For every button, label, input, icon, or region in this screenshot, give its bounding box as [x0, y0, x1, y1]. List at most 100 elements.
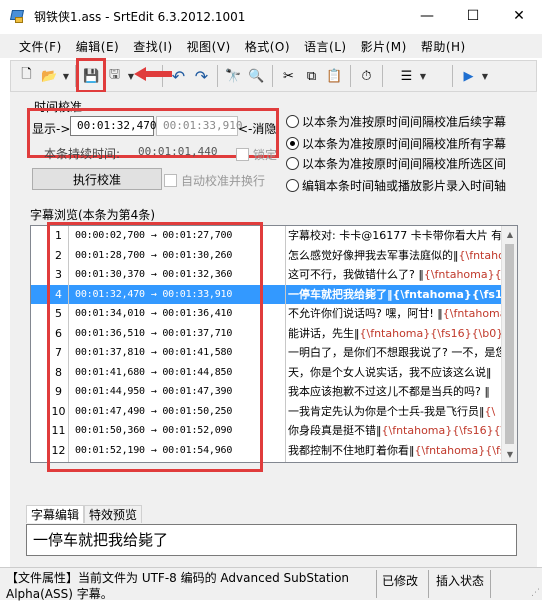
row-marker	[31, 245, 49, 265]
row-text: 这样正常吗? 好了，没事的，笑吧‖{\fnta	[286, 460, 503, 462]
execute-calibration-button[interactable]: 执行校准	[32, 168, 162, 190]
menu-edit[interactable]: 编辑(E)	[69, 38, 126, 55]
menu-find[interactable]: 查找(I)	[126, 38, 179, 55]
open-dropdown-icon[interactable]: ▼	[61, 65, 71, 87]
table-row[interactable]: 7 00:01:37,810 → 00:01:41,580 一明白了，是你们不想跟我…	[31, 343, 503, 363]
close-button[interactable]: ✕	[496, 0, 542, 32]
row-time: 00:01:30,370 → 00:01:32,360	[69, 265, 286, 285]
toolbar: 🗋 📂 ▼ 💾 🖫 ▼ ↶ ↷ 🔭 🔍 ✂ ⧉ 📋 ⏱ ☰ ▼ ▶ ▼	[10, 60, 537, 92]
find-icon[interactable]: 🔭	[222, 65, 245, 87]
new-file-icon[interactable]: 🗋	[15, 65, 38, 87]
open-folder-icon[interactable]: 📂	[38, 65, 61, 87]
target-time-field[interactable]: 00:01:33,910	[156, 116, 242, 136]
option-after[interactable]: 以本条为准按原时间间隔校准后续字幕	[286, 113, 506, 130]
menu-format[interactable]: 格式(O)	[238, 38, 297, 55]
menu-help[interactable]: 帮助(H)	[414, 38, 473, 55]
row-number: 2	[49, 245, 69, 265]
app-icon	[9, 8, 26, 24]
option-after-label: 以本条为准按原时间间隔校准后续字幕	[302, 115, 507, 129]
menu-view[interactable]: 视图(V)	[180, 38, 238, 55]
row-number: 4	[49, 284, 69, 304]
subtitle-list[interactable]: 1 3 00:01:55,060 → 00:01:57,830这样正常吗? 好了，没…	[30, 225, 518, 463]
status-separator	[428, 570, 429, 598]
row-time: 00:01:37,810 → 00:01:41,580	[69, 343, 286, 363]
table-row[interactable]: 6 00:01:36,510 → 00:01:37,710 能讲话，先生‖{\fnt…	[31, 323, 503, 343]
row-time: 00:01:32,470 → 00:01:33,910	[69, 284, 286, 304]
option-edit[interactable]: 编辑本条时间轴或播放影片录入时间轴	[286, 177, 506, 194]
menu-language[interactable]: 语言(L)	[297, 38, 354, 55]
tab-subtitle-edit[interactable]: 字幕编辑	[26, 505, 85, 523]
option-all[interactable]: 以本条为准按原时间间隔校准所有字幕	[286, 135, 506, 152]
table-row[interactable]: 5 00:01:34,010 → 00:01:36,410 不允许你们说话吗? 嘿，…	[31, 304, 503, 324]
row-text: 我都控制不住地盯着你看‖{\fntahoma}{\fs16	[288, 443, 503, 457]
cancel-button[interactable]: <-消隐	[238, 120, 276, 137]
row-number: 3	[49, 265, 69, 285]
table-row[interactable]: 1 00:00:02,700 → 00:01:27,700 字幕校对: 卡卡@161…	[31, 226, 503, 246]
save-as-icon[interactable]: 🖫	[103, 65, 126, 87]
row-number: 1	[49, 226, 69, 246]
subtitle-edit-field[interactable]: 一停车就把我给毙了	[26, 524, 517, 556]
tab-effect-preview[interactable]: 特效预览	[84, 505, 143, 523]
scroll-thumb[interactable]	[505, 244, 514, 444]
row-text: 你身段真是挺不错‖{\fntahoma}{\fs16}{\b0}	[288, 424, 503, 437]
row-marker	[31, 343, 49, 363]
row-time: 00:01:28,700 → 00:01:30,260	[69, 245, 286, 265]
paste-icon[interactable]: 📋	[323, 65, 346, 87]
table-row[interactable]: 11 00:01:50,360 → 00:01:52,090 你身段真是挺不错‖{\…	[31, 421, 503, 441]
row-number: 9	[49, 382, 69, 402]
table-row[interactable]: 9 00:01:44,950 → 00:01:47,390 我本应该抱歉不过这儿不都…	[31, 382, 503, 402]
scroll-down-icon[interactable]: ▼	[502, 446, 517, 462]
status-info: 【文件属性】当前文件为 UTF-8 编码的 Advanced SubStatio…	[6, 571, 350, 601]
row-text: 字幕校对: 卡卡@16177 卡卡带你看大片 有竹	[288, 229, 503, 242]
table-row[interactable]: 12 00:01:52,190 → 00:01:54,960 我都控制不住地盯着你看…	[31, 440, 503, 460]
auto-calibrate-box[interactable]	[164, 174, 177, 187]
clock-icon[interactable]: ⏱	[355, 65, 378, 87]
row-marker	[31, 401, 49, 421]
lock-box[interactable]	[236, 148, 249, 161]
list-view-icon[interactable]: ☰	[395, 65, 418, 87]
list-dropdown-icon[interactable]: ▼	[418, 65, 428, 87]
display-time-field[interactable]: 00:01:32,470	[70, 116, 156, 136]
title-bar: 钢铁侠1.ass - SrtEdit 6.3.2012.1001 — ☐ ✕	[0, 0, 542, 32]
find-replace-icon[interactable]: 🔍	[245, 65, 268, 87]
auto-calibrate-checkbox[interactable]: 自动校准并换行	[164, 172, 265, 189]
menu-bar: 文件(F) 编辑(E) 查找(I) 视图(V) 格式(O) 语言(L) 影片(M…	[0, 34, 542, 58]
radio-all[interactable]	[286, 137, 299, 150]
vertical-scrollbar[interactable]: ▲ ▼	[501, 226, 517, 462]
table-row[interactable]: 1300:01:55,060 → 00:01:57,830这样正常吗? 好了，没…	[31, 460, 503, 462]
play-icon[interactable]: ▶	[457, 65, 480, 87]
scroll-up-icon[interactable]: ▲	[502, 226, 517, 242]
editor-tabs: 字幕编辑 特效预览	[26, 505, 143, 523]
menu-movie[interactable]: 影片(M)	[354, 38, 414, 55]
table-row[interactable]: 2 00:01:28,700 → 00:01:30,260 怎么感觉好像押我去军事法…	[31, 245, 503, 265]
display-label: 显示->	[32, 122, 71, 136]
redo-icon[interactable]: ↷	[190, 65, 213, 87]
table-row[interactable]: 8 00:01:41,680 → 00:01:44,850 天，你是个女人说实话，我…	[31, 362, 503, 382]
save-icon[interactable]: 💾	[80, 65, 103, 87]
row-number: 12	[49, 440, 69, 460]
copy-icon[interactable]: ⧉	[300, 65, 323, 87]
table-row[interactable]: 10 00:01:47,490 → 00:01:50,250 一我肯定先认为你是个士…	[31, 401, 503, 421]
toolbar-separator	[350, 65, 351, 87]
row-time: 00:00:02,700 → 00:01:27,700	[69, 226, 286, 246]
row-time: 00:01:55,060 → 00:01:57,830	[69, 460, 286, 462]
table-row[interactable]: 4 00:01:32,470 → 00:01:33,910 一停车就把我给毙了‖{\…	[31, 284, 503, 304]
radio-edit[interactable]	[286, 179, 299, 192]
status-mode: 插入状态	[436, 574, 485, 588]
maximize-button[interactable]: ☐	[450, 0, 496, 32]
radio-range[interactable]	[286, 157, 299, 170]
resize-grip-icon[interactable]: ⋰	[531, 588, 540, 598]
menu-file[interactable]: 文件(F)	[12, 38, 69, 55]
row-marker	[31, 284, 49, 304]
radio-after[interactable]	[286, 115, 299, 128]
play-dropdown-icon[interactable]: ▼	[480, 65, 490, 87]
row-marker	[31, 382, 49, 402]
toolbar-separator	[272, 65, 273, 87]
lock-checkbox[interactable]: 锁定	[236, 146, 277, 163]
minimize-button[interactable]: —	[404, 0, 450, 32]
time-calibration-label: 时间校准	[34, 98, 83, 115]
option-range[interactable]: 以本条为准按原时间间隔校准所选区间	[286, 155, 506, 172]
cut-icon[interactable]: ✂	[277, 65, 300, 87]
table-row[interactable]: 3 00:01:30,370 → 00:01:32,360 这可不行，我做错什么了?…	[31, 265, 503, 285]
maximize-icon: ☐	[466, 8, 480, 24]
